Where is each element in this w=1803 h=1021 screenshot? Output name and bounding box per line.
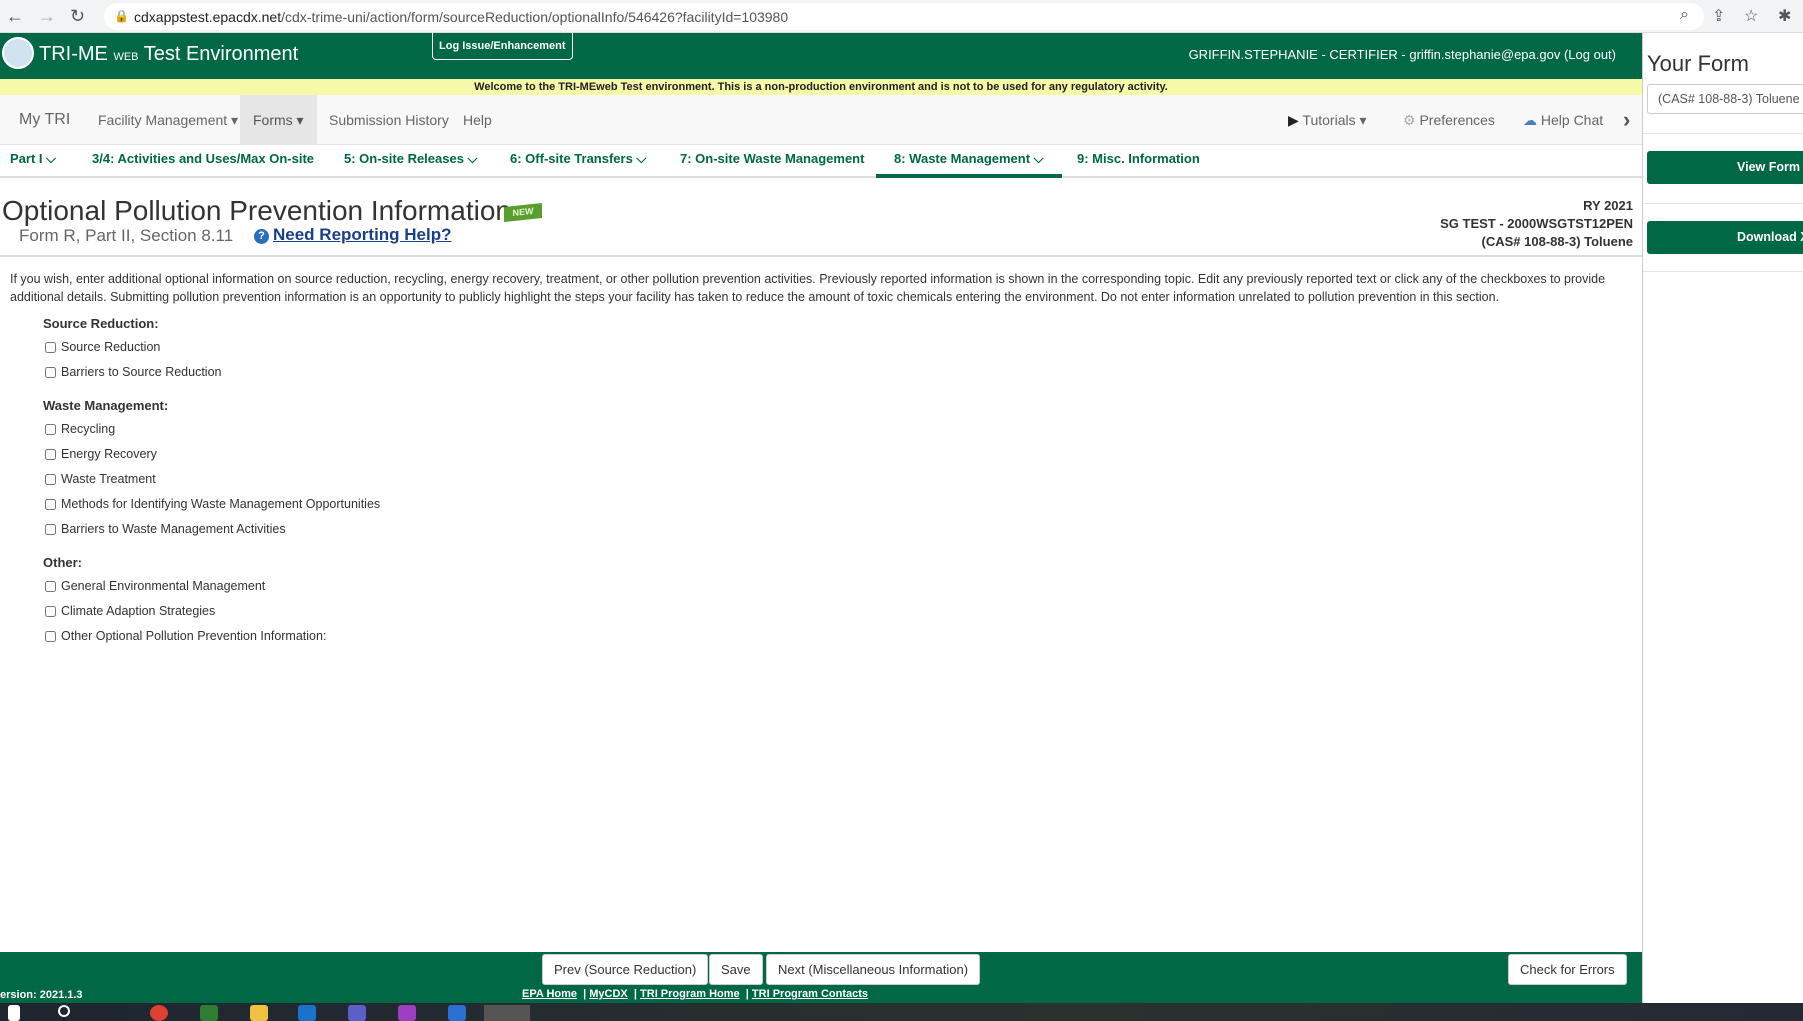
nav-forms[interactable]: Forms ▾ bbox=[240, 95, 317, 145]
teams-icon[interactable] bbox=[348, 1005, 366, 1021]
new-badge: NEW bbox=[504, 203, 542, 222]
search-icon[interactable] bbox=[58, 1005, 70, 1017]
nav-submission-history[interactable]: Submission History bbox=[316, 95, 462, 145]
app-title[interactable]: TRI-ME WEB Test Environment bbox=[39, 43, 298, 66]
checkbox-other-optional[interactable]: Other Optional Pollution Prevention Info… bbox=[45, 629, 326, 643]
checkbox-recycling[interactable]: Recycling bbox=[45, 422, 115, 436]
chat-icon: ☁ bbox=[1523, 112, 1537, 128]
next-button[interactable]: Next (Miscellaneous Information) bbox=[766, 954, 981, 985]
tab-part-1[interactable]: Part I ⌵ bbox=[10, 145, 56, 178]
tab-onsite-waste-management[interactable]: 7: On-site Waste Management bbox=[680, 145, 864, 178]
main-nav: My TRI Facility Management ▾ Forms ▾ Sub… bbox=[0, 95, 1642, 145]
checkbox-general-env-management[interactable]: General Environmental Management bbox=[45, 579, 265, 593]
nav-preferences[interactable]: ⚙ Preferences bbox=[1390, 95, 1508, 145]
browser-toolbar: ← → ↻ 🔒 cdxappstest.epacdx.net/cdx-trime… bbox=[0, 0, 1803, 33]
epa-logo bbox=[2, 37, 34, 69]
intro-text: If you wish, enter additional optional i… bbox=[10, 272, 1606, 304]
help-icon: ? bbox=[254, 229, 269, 244]
form-tabs: Part I ⌵ 3/4: Activities and Uses/Max On… bbox=[0, 145, 1642, 178]
forward-icon[interactable]: → bbox=[38, 6, 56, 27]
tri-program-contacts-link[interactable]: TRI Program Contacts bbox=[752, 988, 868, 1000]
taskbar bbox=[0, 1003, 1803, 1021]
back-icon[interactable]: ← bbox=[6, 6, 24, 27]
checkbox-source-reduction[interactable]: Source Reduction bbox=[45, 340, 160, 354]
tab-offsite-transfers[interactable]: 6: Off-site Transfers ⌵ bbox=[510, 145, 646, 178]
page-subtitle: Form R, Part II, Section 8.11 bbox=[19, 226, 234, 245]
form-meta: RY 2021 SG TEST - 2000WSGTST12PEN (CAS# … bbox=[1440, 197, 1633, 251]
chrome-icon[interactable] bbox=[150, 1005, 168, 1021]
address-bar[interactable]: 🔒 cdxappstest.epacdx.net/cdx-trime-uni/a… bbox=[104, 3, 1704, 30]
checkbox-waste-treatment[interactable]: Waste Treatment bbox=[45, 472, 156, 486]
logout-link[interactable]: Log out bbox=[1568, 47, 1611, 62]
check-errors-button[interactable]: Check for Errors bbox=[1508, 954, 1627, 985]
page-title: Optional Pollution Prevention Informatio… bbox=[2, 195, 511, 226]
divider bbox=[0, 255, 1642, 257]
gear-icon: ⚙ bbox=[1403, 112, 1416, 128]
nav-my-tri[interactable]: My TRI bbox=[6, 95, 83, 145]
extensions-icon[interactable]: ✱ bbox=[1778, 6, 1791, 26]
tab-activities[interactable]: 3/4: Activities and Uses/Max On-site bbox=[92, 145, 314, 178]
tab-onsite-releases[interactable]: 5: On-site Releases ⌵ bbox=[344, 145, 477, 178]
checkbox-climate-adaption[interactable]: Climate Adaption Strategies bbox=[45, 604, 215, 618]
divider bbox=[1643, 133, 1803, 134]
acrobat-icon[interactable] bbox=[484, 1005, 530, 1021]
section-waste-management: Waste Management: bbox=[43, 398, 169, 413]
epa-home-link[interactable]: EPA Home bbox=[522, 988, 577, 1000]
your-form-title: Your Form bbox=[1647, 51, 1749, 76]
video-icon: ▶ bbox=[1288, 112, 1299, 128]
share-icon[interactable]: ⇪ bbox=[1712, 6, 1725, 26]
environment-banner: Welcome to the TRI-MEweb Test environmen… bbox=[0, 79, 1642, 95]
footer: Prev (Source Reduction) Save Next (Misce… bbox=[0, 952, 1642, 1003]
outlook-icon[interactable] bbox=[298, 1005, 316, 1021]
prev-button[interactable]: Prev (Source Reduction) bbox=[542, 954, 709, 985]
lock-icon: 🔒 bbox=[114, 9, 129, 23]
mycdx-link[interactable]: MyCDX bbox=[589, 988, 628, 1000]
checkbox-energy-recovery[interactable]: Energy Recovery bbox=[45, 447, 157, 461]
star-icon[interactable]: ☆ bbox=[1744, 6, 1758, 26]
your-form-panel: Your Form (CAS# 108-88-3) Toluene View F… bbox=[1642, 33, 1803, 1003]
checkbox-barriers-waste-management[interactable]: Barriers to Waste Management Activities bbox=[45, 522, 286, 536]
view-form-button[interactable]: View Form bbox=[1647, 151, 1803, 184]
reporting-help-link[interactable]: Need Reporting Help? bbox=[273, 225, 452, 245]
nav-tutorials[interactable]: ▶ Tutorials ▾ bbox=[1275, 95, 1380, 145]
download-button[interactable]: Download X bbox=[1647, 221, 1803, 254]
facility-name: SG TEST - 2000WSGTST12PEN bbox=[1440, 216, 1633, 231]
checkbox-barriers-source-reduction[interactable]: Barriers to Source Reduction bbox=[45, 365, 222, 379]
folder-icon[interactable] bbox=[250, 1005, 268, 1021]
app-icon[interactable] bbox=[200, 1005, 218, 1021]
footer-links: EPA Home | MyCDX | TRI Program Home | TR… bbox=[522, 988, 869, 1000]
reload-icon[interactable]: ↻ bbox=[70, 6, 85, 27]
chevron-right-icon[interactable]: › bbox=[1610, 95, 1643, 145]
version-text: ersion: 2021.1.3 bbox=[0, 989, 83, 1001]
onenote-icon[interactable] bbox=[398, 1005, 416, 1021]
tab-waste-management[interactable]: 8: Waste Management ⌵ bbox=[876, 145, 1062, 178]
form-select[interactable]: (CAS# 108-88-3) Toluene bbox=[1647, 84, 1803, 114]
section-source-reduction: Source Reduction: bbox=[43, 316, 159, 331]
reporting-year: RY 2021 bbox=[1583, 198, 1633, 213]
tri-program-home-link[interactable]: TRI Program Home bbox=[640, 988, 740, 1000]
chemical-name: (CAS# 108-88-3) Toluene bbox=[1481, 234, 1633, 249]
log-issue-button[interactable]: Log Issue/Enhancement bbox=[432, 33, 573, 60]
start-icon[interactable] bbox=[8, 1005, 20, 1021]
divider bbox=[1643, 203, 1803, 204]
tab-misc-information[interactable]: 9: Misc. Information bbox=[1077, 145, 1200, 178]
divider bbox=[1643, 271, 1803, 272]
nav-facility-management[interactable]: Facility Management ▾ bbox=[85, 95, 251, 145]
section-other: Other: bbox=[43, 555, 82, 570]
nav-help[interactable]: Help bbox=[450, 95, 505, 145]
save-button[interactable]: Save bbox=[709, 954, 763, 985]
app-header: TRI-ME WEB Test Environment Log Issue/En… bbox=[0, 33, 1642, 79]
nav-help-chat[interactable]: ☁ Help Chat bbox=[1510, 95, 1616, 145]
user-info: GRIFFIN.STEPHANIE - CERTIFIER - griffin.… bbox=[1188, 47, 1616, 62]
zoom-icon[interactable]: ⌕ bbox=[1680, 6, 1689, 24]
word-icon[interactable] bbox=[448, 1005, 466, 1021]
checkbox-methods-identifying[interactable]: Methods for Identifying Waste Management… bbox=[45, 497, 380, 511]
